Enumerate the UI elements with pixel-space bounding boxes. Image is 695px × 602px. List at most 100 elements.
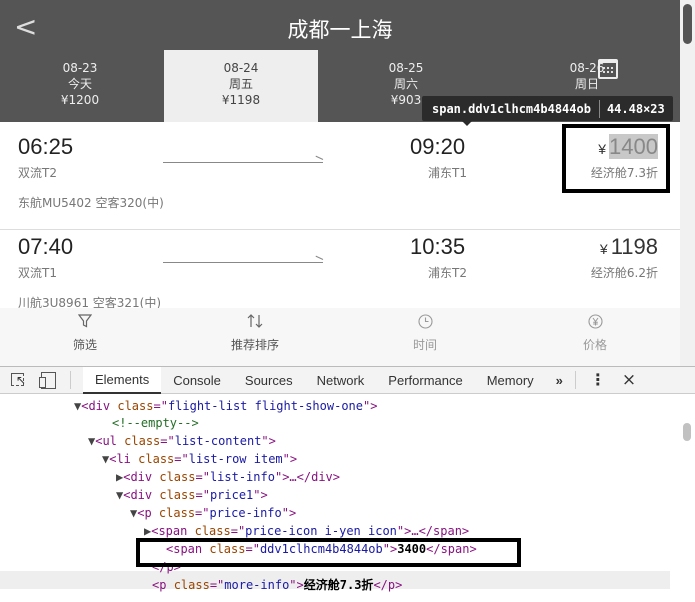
dom-token: <span — [151, 524, 195, 538]
dom-token: "> — [281, 506, 297, 520]
dom-token: =" — [195, 470, 210, 484]
filter-icon — [0, 308, 170, 330]
arrival-airport: 浦东T2 — [428, 266, 467, 280]
departure-airport: 双流T2 — [18, 166, 57, 180]
dom-token: class — [124, 434, 161, 448]
dom-token: class — [159, 488, 196, 502]
dom-token: class — [173, 578, 210, 592]
tooltip-size: 44.48×23 — [606, 101, 665, 116]
cabin-discount: 经济舱6.2折 — [590, 266, 658, 280]
dom-token: =" — [160, 434, 175, 448]
dom-token: class — [159, 470, 196, 484]
dom-token: price-icon i-yen icon — [245, 524, 397, 538]
dom-token: "> — [289, 578, 304, 592]
sort-button[interactable]: 推荐排序 — [170, 308, 340, 366]
price-value: 1198 — [610, 234, 658, 259]
dom-token: <div — [123, 488, 160, 502]
dom-token: list-content — [174, 434, 262, 448]
dom-token: <div — [81, 399, 118, 413]
dom-token: =" — [195, 488, 210, 502]
dom-token: class — [138, 452, 175, 466]
arrow-icon — [163, 262, 323, 263]
kebab-menu-icon[interactable]: ⋮ — [590, 370, 606, 390]
devtools-panel: Elements Console Sources Network Perform… — [0, 366, 695, 602]
filter-button[interactable]: 筛选 — [0, 308, 170, 366]
dom-token: more-info — [224, 578, 290, 592]
dom-node-line[interactable]: ▶<div class="list-info">…</div> — [116, 468, 340, 486]
device-toggle-icon[interactable] — [38, 370, 58, 390]
sort-icon — [170, 308, 340, 330]
scrollbar-thumb[interactable] — [683, 423, 691, 441]
dom-node-line[interactable]: ▼<div class="price1"> — [116, 486, 268, 504]
tab-console[interactable]: Console — [161, 367, 233, 394]
dom-token: "> — [363, 399, 378, 413]
tooltip-selector: span.ddv1clhcm4b4844ob — [432, 101, 591, 116]
page-scrollbar[interactable] — [680, 0, 695, 366]
annotation-box-dom — [136, 538, 521, 567]
clock-icon — [340, 308, 510, 330]
date-item-0824-selected[interactable]: 08-24 周五 ¥1198 — [164, 50, 318, 122]
dom-token: <!--empty--> — [112, 416, 199, 430]
devtools-tabbar: Elements Console Sources Network Perform… — [0, 366, 695, 394]
dom-token: <li — [109, 452, 139, 466]
dom-token: =" — [195, 506, 210, 520]
close-icon[interactable]: × — [622, 370, 636, 390]
dom-token: <div — [123, 470, 160, 484]
dom-token: flight-list flight-show-one — [167, 399, 364, 413]
dom-token: =" — [174, 452, 189, 466]
departure-time: 07:40 — [18, 234, 74, 259]
devtools-scrollbar[interactable] — [680, 395, 695, 602]
tab-performance[interactable]: Performance — [376, 367, 474, 394]
dom-token: class — [194, 524, 231, 538]
departure-time: 06:25 — [18, 134, 74, 159]
dom-node-line[interactable]: <!--empty--> — [112, 414, 199, 432]
dom-token: ">…</div> — [274, 470, 340, 484]
dom-token: price1 — [209, 488, 254, 502]
dom-token: =" — [209, 578, 225, 592]
tab-elements[interactable]: Elements — [83, 366, 162, 394]
arrival-airport: 浦东T1 — [428, 166, 467, 180]
dom-token: list-info — [209, 470, 275, 484]
annotation-box-price — [562, 124, 670, 193]
inspect-element-icon[interactable] — [9, 370, 29, 390]
dom-node-line[interactable]: ▼<li class="list-row item"> — [102, 450, 297, 468]
time-button[interactable]: 时间 — [340, 308, 510, 366]
dom-token: <p — [152, 578, 174, 592]
dom-tree: ▼<div class="flight-list flight-show-one… — [0, 395, 680, 602]
calendar-icon[interactable] — [598, 59, 618, 79]
arrow-icon — [163, 162, 323, 163]
more-tabs-icon[interactable]: » — [546, 373, 573, 388]
date-item-0823[interactable]: 08-23 今天 ¥1200 — [0, 50, 160, 122]
divider — [70, 371, 71, 389]
price-sort-button[interactable]: 价格 — [510, 308, 680, 366]
dom-token: <p — [137, 506, 159, 520]
arrival-time: 10:35 — [410, 234, 466, 259]
page-title: 成都一上海 — [287, 18, 393, 42]
dom-token: </p> — [373, 578, 403, 592]
dom-token: =" — [230, 524, 246, 538]
bottom-filter-bar: 筛选 推荐排序 时间 价格 — [0, 308, 680, 366]
flight-price: ¥1198 — [599, 234, 658, 259]
arrival-time: 09:20 — [410, 134, 466, 159]
dom-node-line[interactable]: ▼<p class="price-info"> — [130, 504, 296, 522]
dom-token: "> — [282, 452, 298, 466]
dom-node-line[interactable]: ▼<div class="flight-list flight-show-one… — [74, 397, 377, 415]
dom-token: ">…</span> — [396, 524, 470, 538]
yen-icon — [510, 308, 680, 330]
inspect-tooltip: span.ddv1clhcm4b4844ob 44.48×23 — [422, 96, 673, 126]
dom-token: "> — [253, 488, 268, 502]
tab-network[interactable]: Network — [305, 367, 377, 394]
dom-token: class — [117, 399, 154, 413]
dom-token: "> — [261, 434, 276, 448]
tab-memory[interactable]: Memory — [475, 367, 546, 394]
dom-token: list-row item — [188, 452, 283, 466]
divider — [574, 371, 576, 389]
tab-sources[interactable]: Sources — [233, 367, 305, 394]
dom-token: price-info — [209, 506, 282, 520]
dom-token: 经济舱7.3折 — [303, 578, 374, 592]
scrollbar-thumb[interactable] — [683, 4, 692, 44]
airline-info: 东航MU5402 空客320(中) — [18, 196, 164, 210]
dom-node-line[interactable]: <p class="more-info">经济舱7.3折</p> — [152, 576, 402, 594]
dom-node-line[interactable]: ▼<ul class="list-content"> — [88, 432, 276, 450]
dom-token: =" — [153, 399, 168, 413]
